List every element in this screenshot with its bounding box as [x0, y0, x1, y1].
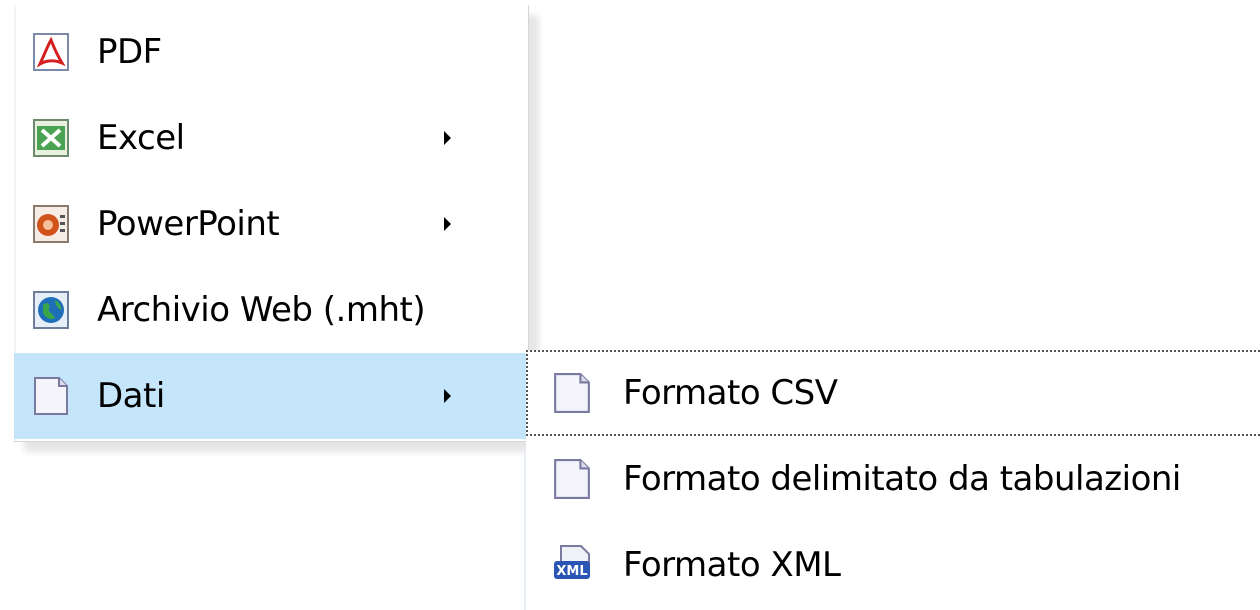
svg-text:XML: XML — [556, 564, 587, 579]
menu-item-powerpoint[interactable]: PowerPoint — [14, 181, 528, 267]
pdf-icon — [33, 33, 69, 71]
submenu-item-tab-delimited[interactable]: Formato delimitato da tabulazioni — [526, 436, 1260, 522]
submenu-item-xml[interactable]: XML Formato XML — [526, 522, 1260, 608]
submenu-arrow-icon — [444, 131, 451, 145]
submenu-item-label: Formato CSV — [623, 373, 838, 413]
submenu-item-label: Formato delimitato da tabulazioni — [623, 459, 1181, 499]
menu-item-label: PowerPoint — [97, 204, 280, 244]
menu-item-data[interactable]: Dati — [14, 353, 528, 439]
powerpoint-icon — [33, 205, 69, 243]
web-archive-icon — [33, 291, 69, 329]
menu-item-excel[interactable]: Excel — [14, 95, 528, 181]
submenu-arrow-icon — [444, 389, 451, 403]
submenu-arrow-icon — [444, 217, 451, 231]
menu-item-label: PDF — [97, 32, 162, 72]
csv-document-icon — [554, 373, 590, 413]
xml-icon: XML — [554, 545, 590, 579]
excel-icon — [33, 119, 69, 157]
menu-item-pdf[interactable]: PDF — [14, 9, 528, 95]
data-submenu: Formato CSV Formato delimitato da tabula… — [526, 350, 1260, 610]
submenu-item-label: Formato XML — [623, 545, 841, 585]
data-document-icon — [34, 377, 68, 415]
menu-item-web-archive[interactable]: Archivio Web (.mht) — [14, 267, 528, 353]
menu-item-label: Excel — [97, 118, 185, 158]
export-menu: PDF Excel PowerPoint Archivio Web (.mht)… — [14, 5, 529, 442]
tab-delimited-document-icon — [554, 459, 590, 499]
menu-item-label: Dati — [97, 376, 165, 416]
submenu-item-csv[interactable]: Formato CSV — [526, 350, 1260, 436]
menu-item-label: Archivio Web (.mht) — [97, 290, 426, 330]
